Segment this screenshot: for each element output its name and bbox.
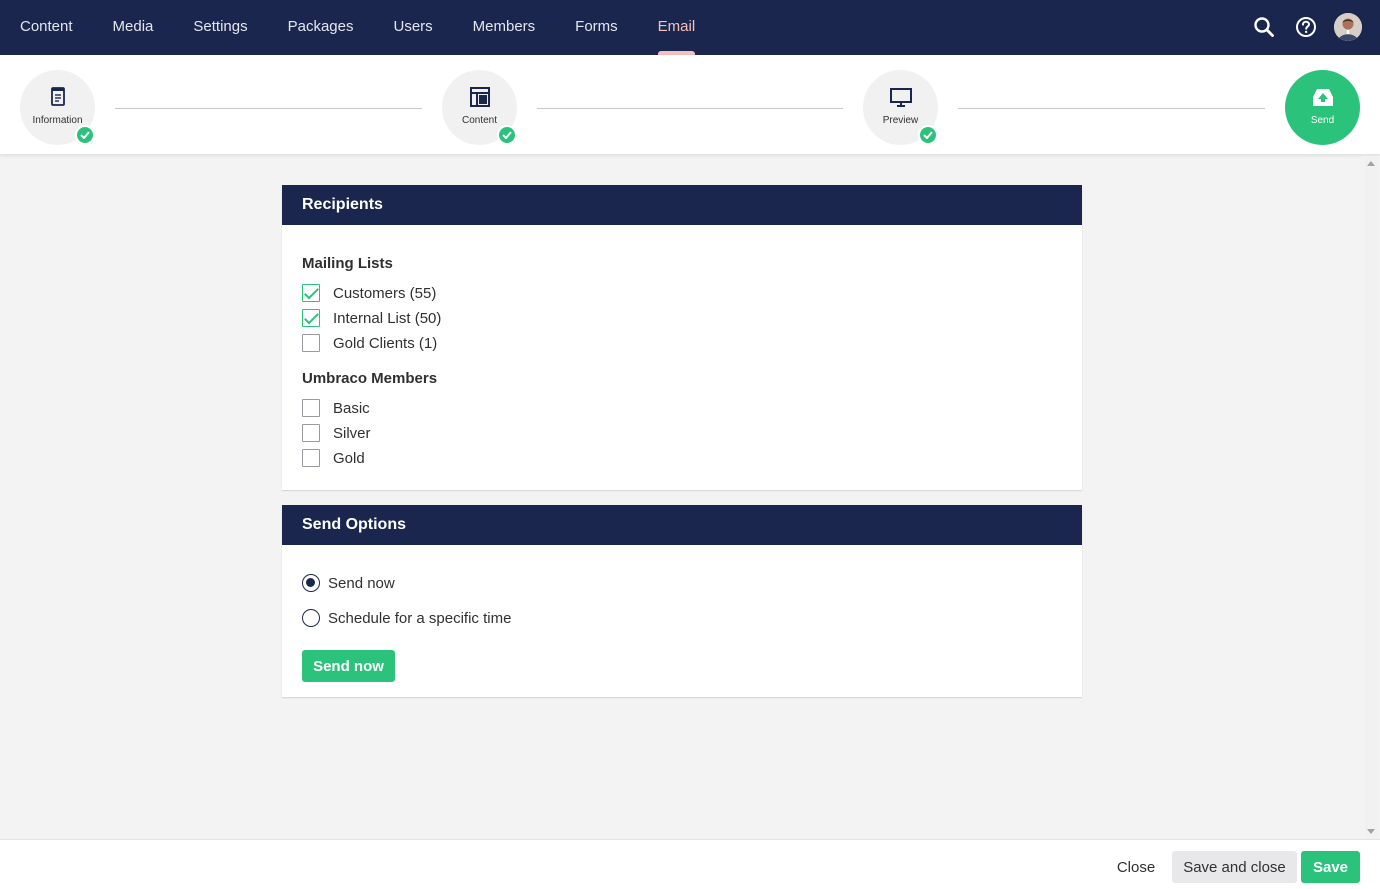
recipients-panel: Recipients Mailing Lists Customers (55) … [282,185,1082,490]
member-checkbox-silver[interactable]: Silver [302,423,371,443]
member-checkbox-basic[interactable]: Basic [302,398,370,418]
checkbox[interactable] [302,449,320,467]
step-content[interactable]: Content [442,70,517,145]
member-checkbox-gold[interactable]: Gold [302,448,365,468]
radio-label: Send now [328,574,395,592]
save-and-close-button[interactable]: Save and close [1172,851,1297,883]
mailing-lists-title: Mailing Lists [302,255,393,272]
scrollbar-track[interactable] [1365,156,1378,839]
document-icon [50,87,65,106]
close-button[interactable]: Close [1110,851,1162,883]
monitor-icon [889,88,912,107]
checkbox[interactable] [302,284,320,302]
header-tools [1250,12,1362,42]
nav-item-users[interactable]: Users [373,0,452,55]
step-connector [115,108,422,109]
radio-button[interactable] [302,609,320,627]
layout-icon [469,87,490,107]
nav-item-settings[interactable]: Settings [173,0,267,55]
umbraco-members-title: Umbraco Members [302,370,438,387]
checkbox-label: Silver [333,424,371,442]
checkbox-label: Gold Clients (1) [333,334,438,352]
wizard-stepper: Information Content Preview Send [0,55,1380,155]
checkbox-label: Customers (55) [333,284,437,302]
check-icon [918,125,938,145]
send-options-title: Send Options [282,505,1082,545]
step-send[interactable]: Send [1285,70,1360,145]
step-preview[interactable]: Preview [863,70,938,145]
scroll-down-arrow-icon[interactable] [1367,829,1375,834]
avatar-image [1334,13,1362,41]
save-button[interactable]: Save [1301,851,1360,883]
user-avatar[interactable] [1334,12,1362,42]
checkbox-label: Basic [333,399,370,417]
top-navigation-bar: Content Media Settings Packages Users Me… [0,0,1380,55]
mailing-list-checkbox-customers[interactable]: Customers (55) [302,283,436,303]
step-connector [537,108,843,109]
recipients-title: Recipients [282,185,1082,225]
step-connector [958,108,1265,109]
scrollbar[interactable] [1363,156,1380,839]
radio-send-now[interactable]: Send now [302,573,395,593]
radio-label: Schedule for a specific time [328,609,512,627]
radio-button[interactable] [302,574,320,592]
checkbox[interactable] [302,424,320,442]
send-now-button[interactable]: Send now [302,650,395,682]
checkbox[interactable] [302,399,320,417]
scroll-up-arrow-icon[interactable] [1367,161,1375,166]
check-icon [75,125,95,145]
nav-item-content[interactable]: Content [0,0,93,55]
radio-schedule[interactable]: Schedule for a specific time [302,608,511,628]
step-label: Send [1310,115,1335,126]
help-icon[interactable] [1292,12,1320,42]
nav-item-packages[interactable]: Packages [268,0,374,55]
checkbox[interactable] [302,334,320,352]
mailing-list-checkbox-gold-clients[interactable]: Gold Clients (1) [302,333,437,353]
nav-item-forms[interactable]: Forms [555,0,638,55]
main-navigation: Content Media Settings Packages Users Me… [0,0,715,55]
nav-item-members[interactable]: Members [453,0,556,55]
checkbox-label: Gold [333,449,365,467]
step-information[interactable]: Information [20,70,95,145]
mailing-list-checkbox-internal[interactable]: Internal List (50) [302,308,441,328]
search-icon[interactable] [1250,12,1278,42]
checkbox[interactable] [302,309,320,327]
nav-item-email[interactable]: Email [638,0,716,55]
checkbox-label: Internal List (50) [333,309,442,327]
check-icon [497,125,517,145]
footer-bar: Close Save and close Save [0,839,1380,889]
nav-item-media[interactable]: Media [93,0,174,55]
send-options-panel: Send Options Send now Schedule for a spe… [282,505,1082,697]
send-icon [1312,89,1333,106]
